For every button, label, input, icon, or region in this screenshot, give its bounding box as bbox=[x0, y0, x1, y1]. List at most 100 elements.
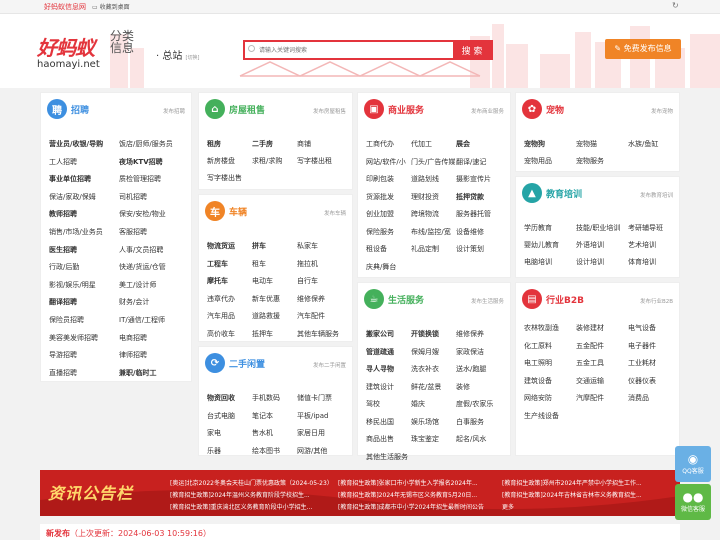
category-link[interactable]: 洗衣补衣 bbox=[411, 364, 439, 374]
category-link[interactable]: 汽车配件 bbox=[297, 311, 325, 321]
category-link[interactable]: 理财投资 bbox=[411, 192, 439, 202]
category-link[interactable]: 电商招聘 bbox=[119, 333, 147, 343]
category-link[interactable]: 销售/市场/业务员 bbox=[49, 227, 103, 237]
site-name-link[interactable]: 好蚂蚁信息网 bbox=[44, 2, 86, 12]
category-link[interactable]: 网游/其他 bbox=[297, 446, 327, 456]
category-link[interactable]: 印刷包装 bbox=[366, 174, 394, 184]
category-link[interactable]: 高价收车 bbox=[207, 329, 235, 339]
add-to-desktop-link[interactable]: ▭ 收藏到桌面 bbox=[92, 2, 130, 11]
category-link[interactable]: 送水/跑腿 bbox=[456, 364, 486, 374]
category-link[interactable]: 笔记本 bbox=[252, 411, 273, 421]
news-item-link[interactable]: [教育招生政策]重庆渝北区义务教育阶段中小学招生... bbox=[170, 502, 330, 511]
news-item-link[interactable]: [教育招生政策]张家口市小学新生入学报名2024年... bbox=[338, 478, 496, 487]
category-link[interactable]: 新车优惠 bbox=[252, 294, 280, 304]
category-link[interactable]: 摄影宣传片 bbox=[456, 174, 491, 184]
category-link[interactable]: 摩托车 bbox=[207, 276, 228, 286]
category-link[interactable]: 写字楼出售 bbox=[207, 173, 242, 183]
category-link[interactable]: 寻人寻物 bbox=[366, 364, 394, 374]
category-link[interactable]: 抵押贷款 bbox=[456, 192, 484, 202]
category-link[interactable]: 度假/农家乐 bbox=[456, 399, 493, 409]
category-link[interactable]: 家政保洁 bbox=[456, 347, 484, 357]
category-link[interactable]: 租车 bbox=[252, 259, 266, 269]
category-link[interactable]: 开锁换锁 bbox=[411, 329, 439, 339]
category-link[interactable]: 抵押车 bbox=[252, 329, 273, 339]
category-link[interactable]: 行政/后勤 bbox=[49, 262, 79, 272]
category-link[interactable]: 饭店/厨师/服务员 bbox=[119, 139, 173, 149]
category-link[interactable]: 建筑设备 bbox=[524, 376, 552, 386]
category-link[interactable]: 货源批发 bbox=[366, 192, 394, 202]
category-link[interactable]: 营业员/收银/导购 bbox=[49, 139, 103, 149]
station-switch-link[interactable]: [切换] bbox=[186, 55, 200, 61]
panel-post-link[interactable]: 发布二手闲置 bbox=[313, 361, 346, 369]
category-link[interactable]: 体育培训 bbox=[628, 257, 656, 267]
category-link[interactable]: 庆典/舞台 bbox=[366, 262, 396, 272]
category-link[interactable]: 司机招聘 bbox=[119, 192, 147, 202]
category-link[interactable]: 保险员招聘 bbox=[49, 315, 84, 325]
category-link[interactable]: 门头/广告传媒 bbox=[411, 157, 455, 167]
category-link[interactable]: 私家车 bbox=[297, 241, 318, 251]
news-item-link[interactable]: [奥运]北京2022冬奥会天桂山门票优惠政策（2024-05-23） bbox=[170, 478, 330, 487]
category-link[interactable]: 白事服务 bbox=[456, 417, 484, 427]
category-link[interactable]: 代加工 bbox=[411, 139, 432, 149]
category-link[interactable]: 设计策划 bbox=[456, 244, 484, 254]
category-link[interactable]: 水族/鱼缸 bbox=[628, 139, 658, 149]
category-link[interactable]: 律师招聘 bbox=[119, 350, 147, 360]
category-link[interactable]: 事业单位招聘 bbox=[49, 174, 91, 184]
category-link[interactable]: 手机数码 bbox=[252, 393, 280, 403]
category-link[interactable]: 道路救援 bbox=[252, 311, 280, 321]
panel-post-link[interactable]: 发布教育培训 bbox=[640, 191, 673, 199]
search-button[interactable]: 搜 索 bbox=[453, 42, 491, 58]
panel-post-link[interactable]: 发布宠物 bbox=[651, 107, 673, 115]
category-link[interactable]: 翻译/速记 bbox=[456, 157, 486, 167]
panel-header[interactable]: ▣ 商业服务 bbox=[364, 99, 424, 119]
category-link[interactable]: 汽车用品 bbox=[207, 311, 235, 321]
category-link[interactable]: 农林牧副渔 bbox=[524, 323, 559, 333]
category-link[interactable]: 电子器件 bbox=[628, 341, 656, 351]
category-link[interactable]: 美容美发师招聘 bbox=[49, 333, 98, 343]
category-link[interactable]: 网站/软件/小 bbox=[366, 157, 406, 167]
category-link[interactable]: 保姆月嫂 bbox=[411, 347, 439, 357]
panel-post-link[interactable]: 发布房屋租售 bbox=[313, 107, 346, 115]
category-link[interactable]: 物资回收 bbox=[207, 393, 235, 403]
category-link[interactable]: 珠宝鉴定 bbox=[411, 434, 439, 444]
category-link[interactable]: 求租/求购 bbox=[252, 156, 282, 166]
category-link[interactable]: 物流货运 bbox=[207, 241, 235, 251]
panel-post-link[interactable]: 发布车辆 bbox=[324, 209, 346, 217]
category-link[interactable]: 网络安防 bbox=[524, 393, 552, 403]
category-link[interactable]: 人事/文员招聘 bbox=[119, 245, 163, 255]
category-link[interactable]: 服务器托管 bbox=[456, 209, 491, 219]
category-link[interactable]: 财务/会计 bbox=[119, 297, 149, 307]
category-link[interactable]: 教师招聘 bbox=[49, 209, 77, 219]
category-link[interactable]: 宠物猫 bbox=[576, 139, 597, 149]
category-link[interactable]: 学历教育 bbox=[524, 223, 552, 233]
category-link[interactable]: 搬家公司 bbox=[366, 329, 394, 339]
category-link[interactable]: 乐器 bbox=[207, 446, 221, 456]
category-link[interactable]: 婚庆 bbox=[411, 399, 425, 409]
news-item-link[interactable]: [教育招生政策]2024年吉林省吉林市义务教育招生... bbox=[502, 490, 674, 499]
category-link[interactable]: 展会 bbox=[456, 139, 470, 149]
panel-header[interactable]: ☕ 生活服务 bbox=[364, 289, 424, 309]
category-link[interactable]: 电动车 bbox=[252, 276, 273, 286]
panel-header[interactable]: ⟳ 二手闲置 bbox=[205, 353, 265, 373]
category-link[interactable]: 影视/娱乐/明星 bbox=[49, 280, 96, 290]
category-link[interactable]: 储值卡门票 bbox=[297, 393, 332, 403]
category-link[interactable]: 道路划线 bbox=[411, 174, 439, 184]
category-link[interactable]: 起名/风水 bbox=[456, 434, 486, 444]
station-selector[interactable]: · 总站 [切换] bbox=[156, 47, 199, 62]
post-info-button[interactable]: ✎ 免费发布信息 bbox=[605, 39, 681, 59]
category-link[interactable]: 设计培训 bbox=[576, 257, 604, 267]
category-link[interactable]: 商品出售 bbox=[366, 434, 394, 444]
panel-post-link[interactable]: 发布行业B2B bbox=[640, 297, 673, 305]
category-link[interactable]: 布线/监控/宽 bbox=[411, 227, 451, 237]
news-item-link[interactable]: [教育招生政策]2024年温州义务教育阶段学校招生... bbox=[170, 490, 330, 499]
panel-header[interactable]: ⌂ 房屋租售 bbox=[205, 99, 265, 119]
category-link[interactable]: 直播招聘 bbox=[49, 368, 77, 378]
category-link[interactable]: 质检管理招聘 bbox=[119, 174, 161, 184]
category-link[interactable]: 家居日用 bbox=[297, 428, 325, 438]
category-link[interactable]: 台式电脑 bbox=[207, 411, 235, 421]
panel-header[interactable]: 聘招聘 bbox=[47, 99, 89, 119]
category-link[interactable]: 宠物服务 bbox=[576, 156, 604, 166]
category-link[interactable]: 家电 bbox=[207, 428, 221, 438]
category-link[interactable]: 驾校 bbox=[366, 399, 380, 409]
category-link[interactable]: 新房楼盘 bbox=[207, 156, 235, 166]
